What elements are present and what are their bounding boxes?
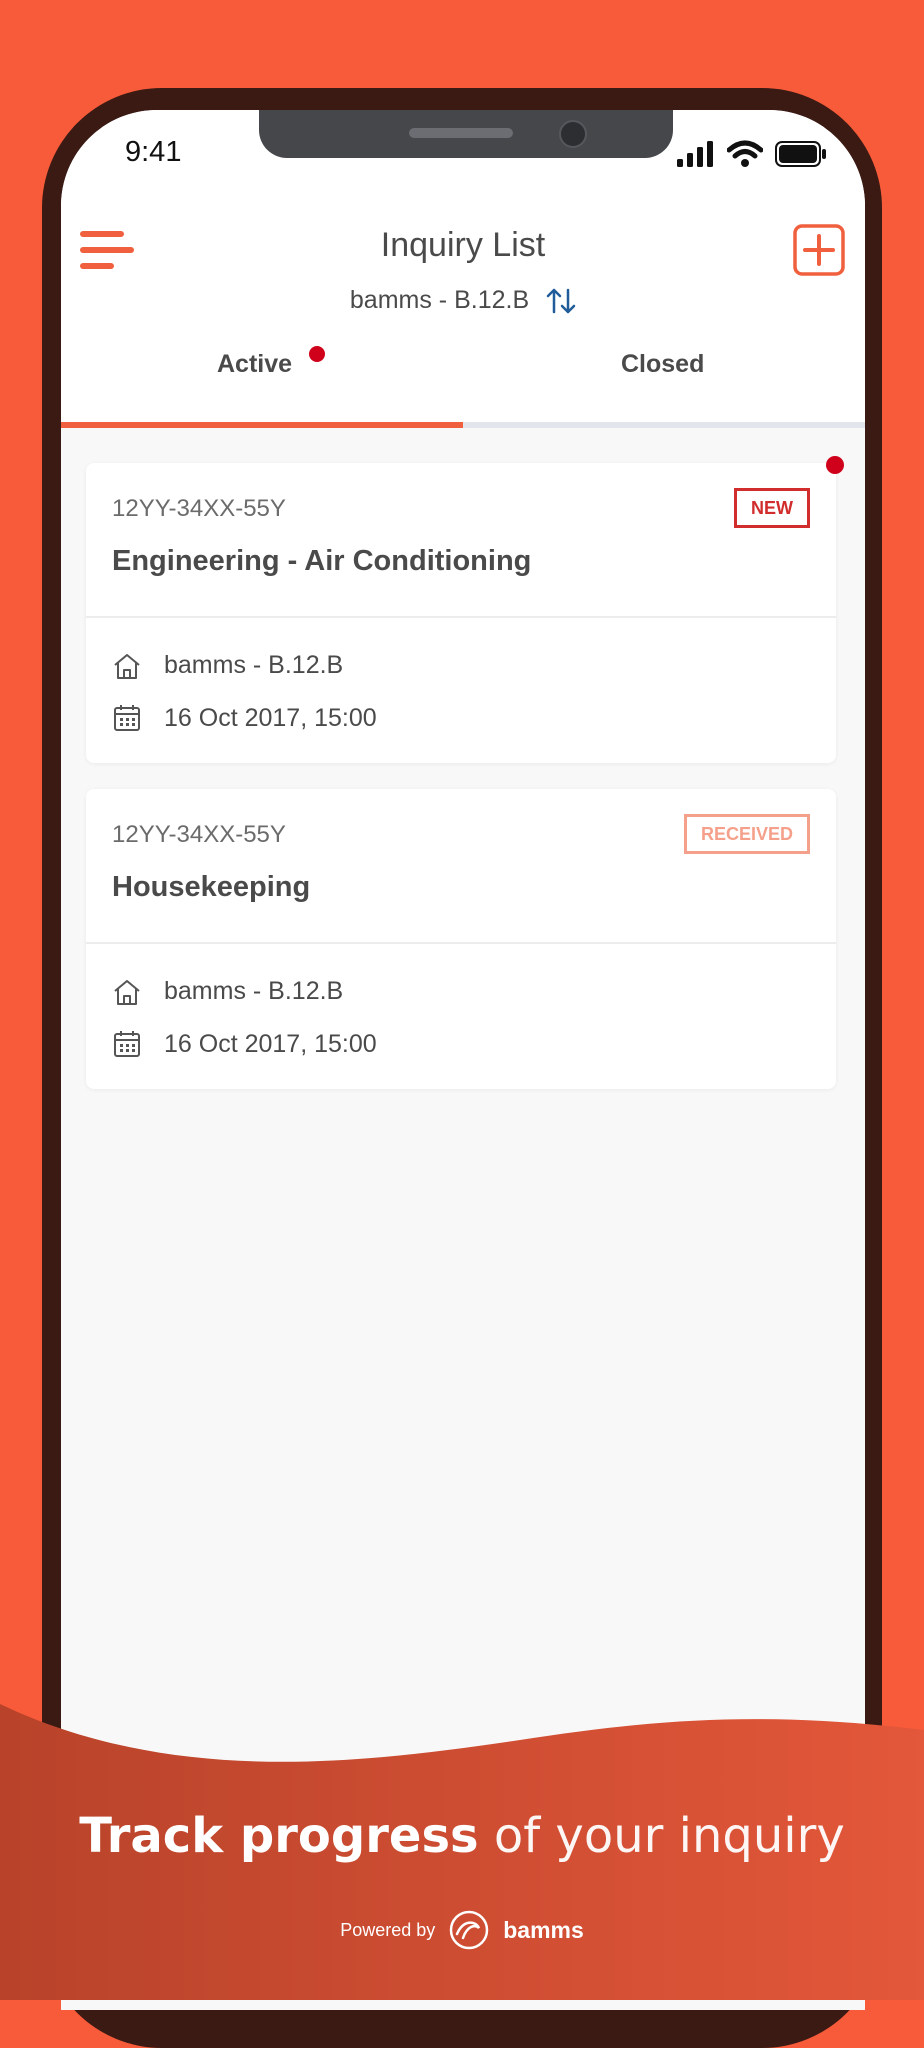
building-switcher[interactable]: bamms - B.12.B [61,286,865,315]
page-title: Inquiry List [380,226,546,264]
inquiry-date-row: 16 Oct 2017, 15:00 [112,1029,377,1059]
bamms-logo-icon [450,1910,489,1950]
inquiry-building-row: bamms - B.12.B [112,977,343,1006]
card-divider [86,942,836,944]
calendar-icon [114,1031,140,1057]
tab-closed[interactable]: Closed [621,350,704,379]
tagline-light: of your inquiry [493,1808,845,1864]
status-badge: RECEIVED [683,814,810,854]
tab-closed-label: Closed [621,350,705,378]
tagline-bold: Track progress [79,1808,479,1864]
inquiry-card[interactable]: 12YY-34XX-55Y NEW Engineering - Air Cond… [86,463,836,763]
inquiry-category: Engineering - Air Conditioning [112,545,532,577]
inquiry-building: bamms - B.12.B [164,977,344,1005]
calendar-icon [114,705,140,731]
signal-icon [677,141,713,167]
inquiry-id: 12YY-34XX-55Y [112,821,286,848]
inquiry-datetime: 16 Oct 2017, 15:00 [164,1029,377,1058]
device-notch [259,110,673,158]
home-icon [114,979,140,1005]
inquiry-card[interactable]: 12YY-34XX-55Y RECEIVED Housekeeping bamm… [86,789,836,1089]
current-building: bamms - B.12.B [349,286,530,314]
tab-active-notification-dot [309,346,325,362]
home-icon [114,653,140,679]
unread-dot [826,456,844,474]
tab-active-indicator [61,422,463,428]
inquiry-building-row: bamms - B.12.B [112,651,343,680]
inquiry-building: bamms - B.12.B [164,651,344,679]
inquiry-category: Housekeeping [112,871,311,903]
tab-active-label: Active [217,350,293,378]
wifi-icon [727,140,763,167]
inquiry-id: 12YY-34XX-55Y [112,495,286,522]
card-divider [86,616,836,618]
powered-by: Powered by bamms [0,1910,924,1950]
battery-icon [775,141,826,167]
powered-by-text: Powered by [340,1919,436,1940]
inquiry-datetime: 16 Oct 2017, 15:00 [164,703,377,732]
swap-vertical-icon[interactable] [546,288,576,314]
tagline: Track progress of your inquiry [0,1808,924,1864]
status-icons [677,140,827,168]
tab-active[interactable]: Active [217,346,325,379]
brand-name: bamms [503,1916,584,1943]
inquiry-date-row: 16 Oct 2017, 15:00 [112,703,377,733]
header: 9:41 Inquiry List bamms - B.12.B Active … [61,110,865,428]
notch-camera [559,120,587,148]
status-badge: NEW [734,488,810,528]
status-time: 9:41 [125,136,182,168]
notch-speaker [409,128,513,138]
